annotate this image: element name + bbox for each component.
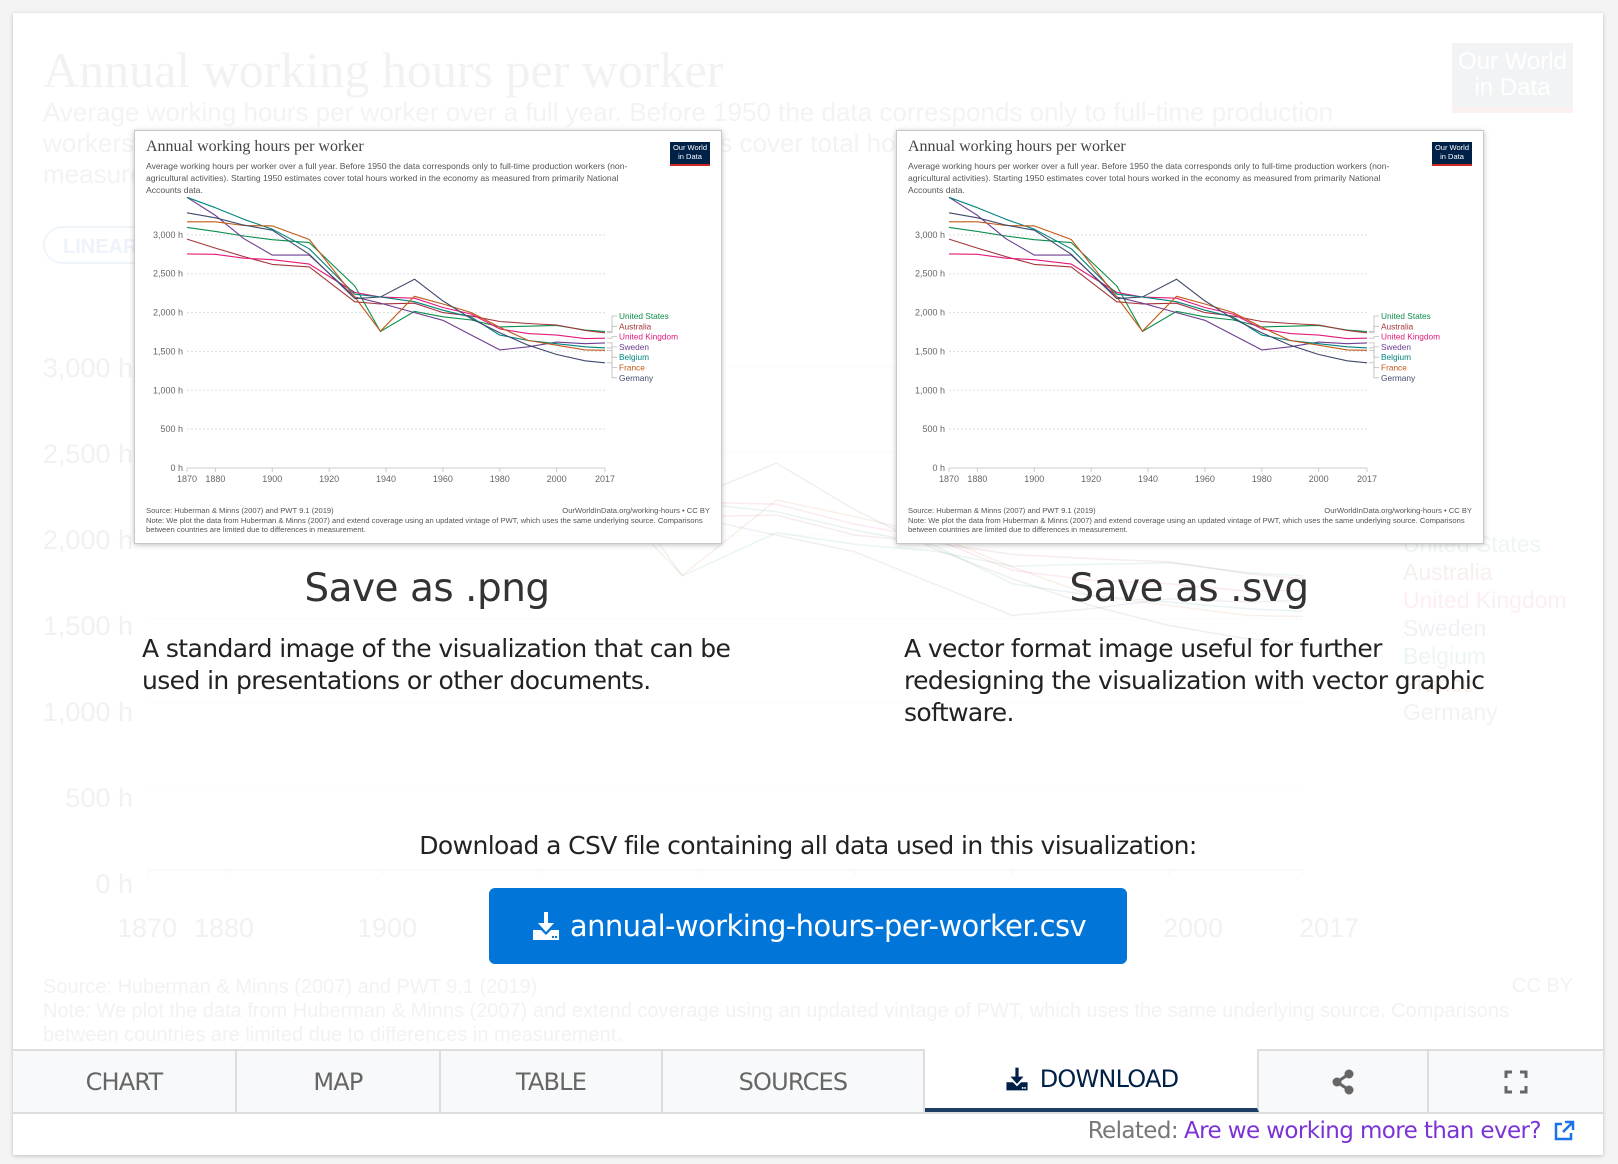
y-tick-label: 1,000 h [915,385,945,395]
x-tick-label: 1870 [177,474,197,484]
y-tick-label: 1,500 h [915,346,945,356]
tab-chart[interactable]: CHART [13,1051,237,1112]
y-tick-label: 0 h [170,463,183,473]
x-tick-label: 1920 [319,474,339,484]
x-tick-label: 1960 [1195,474,1215,484]
related-label: Related: [1087,1118,1179,1144]
thumbnail-note: Note: We plot the data from Huberman & M… [908,516,1465,534]
series-line-france [949,221,1368,351]
thumbnail-url: OurWorldInData.org/working-hours • CC BY [1324,506,1472,515]
fullscreen-button[interactable] [1429,1051,1603,1112]
x-tick-label: 1880 [967,474,987,484]
svg-preview-thumbnail[interactable]: Annual working hours per worker Average … [896,130,1484,544]
legend-label: Germany [619,373,654,383]
tab-sources[interactable]: SOURCES [663,1051,925,1112]
legend-label: Belgium [619,352,649,362]
y-tick-label: 2,000 h [153,308,183,318]
share-icon [1332,1069,1354,1094]
legend-label: Australia [1381,321,1414,331]
y-tick-label: 3,000 h [153,230,183,240]
x-tick-label: 1960 [433,474,453,484]
legend-connector [1369,342,1379,348]
x-tick-label: 1980 [490,474,510,484]
legend-label: United States [1381,311,1431,321]
save-svg-option[interactable]: Annual working hours per worker Average … [896,130,1586,729]
series-line-australia [186,238,606,334]
legend-connector [607,362,617,379]
y-tick-label: 1,000 h [153,385,183,395]
y-tick-label: 1,500 h [153,346,183,356]
x-tick-label: 1920 [1081,474,1101,484]
chart-tab-bar: CHART MAP TABLE SOURCES DOWNLOAD [13,1049,1603,1114]
external-link-icon[interactable] [1553,1120,1575,1142]
share-button[interactable] [1259,1051,1429,1112]
csv-download-label: Download a CSV file containing all data … [419,831,1197,860]
x-tick-label: 1900 [1024,474,1044,484]
legend-connector [1369,336,1379,339]
y-tick-label: 2,500 h [915,269,945,279]
thumbnail-source: Source: Huberman & Minns (2007) and PWT … [908,506,1096,515]
legend-label: Belgium [1381,352,1411,362]
x-tick-label: 1940 [376,474,396,484]
save-png-title[interactable]: Save as .png [134,566,720,611]
csv-download-button[interactable]: annual-working-hours-per-worker.csv [489,888,1127,964]
legend-label: United Kingdom [1381,332,1440,342]
related-article: Related: Are we working more than ever? [1088,1118,1575,1144]
legend-label: France [1381,363,1407,373]
legend-label: France [619,363,645,373]
x-tick-label: 1980 [1252,474,1272,484]
legend-label: Sweden [619,342,649,352]
tab-map[interactable]: MAP [237,1051,441,1112]
tab-download[interactable]: DOWNLOAD [925,1049,1259,1112]
x-tick-label: 2000 [547,474,567,484]
series-line-france [187,221,606,351]
legend-connector [1369,362,1379,379]
x-tick-label: 2017 [595,474,615,484]
legend-label: Australia [619,321,652,331]
x-tick-label: 2000 [1309,474,1329,484]
y-tick-label: 0 h [932,463,945,473]
download-icon [1006,1067,1028,1090]
thumbnail-source: Source: Huberman & Minns (2007) and PWT … [146,506,334,515]
download-icon [532,912,559,940]
legend-connector [607,336,617,339]
legend-label: Germany [1381,373,1416,383]
thumbnail-line-chart: 0 h 500 h 1,000 h 1,500 h 2,000 h 2,500 h 3,00… [153,196,678,484]
thumbnail-url: OurWorldInData.org/working-hours • CC BY [562,506,710,515]
png-preview-thumbnail[interactable]: Annual working hours per worker Average … [134,130,722,544]
thumbnail-line-chart: 0 h 500 h 1,000 h 1,500 h 2,000 h 2,500 h 3,00… [915,196,1440,484]
tab-table[interactable]: TABLE [441,1051,663,1112]
save-png-description: A standard image of the visualization th… [142,634,731,695]
save-svg-title[interactable]: Save as .svg [896,566,1482,611]
y-tick-label: 2,000 h [915,308,945,318]
legend-label: Sweden [1381,342,1411,352]
x-tick-label: 1880 [205,474,225,484]
x-tick-label: 1940 [1138,474,1158,484]
csv-filename: annual-working-hours-per-worker.csv [569,909,1087,943]
legend-label: United States [619,311,669,321]
chart-card: Annual working hours per worker Average … [13,13,1603,1155]
fullscreen-icon [1504,1070,1528,1093]
x-tick-label: 1900 [262,474,282,484]
thumbnail-note: Note: We plot the data from Huberman & M… [146,516,703,534]
y-tick-label: 500 h [160,424,183,434]
y-tick-label: 500 h [922,424,945,434]
save-svg-description: A vector format image useful for further… [904,634,1485,727]
x-tick-label: 1870 [939,474,959,484]
legend-connector [607,342,617,348]
save-png-option[interactable]: Annual working hours per worker Average … [134,130,824,697]
y-tick-label: 2,500 h [153,269,183,279]
related-article-link[interactable]: Are we working more than ever? [1184,1118,1542,1144]
x-tick-label: 2017 [1357,474,1377,484]
legend-label: United Kingdom [619,332,678,342]
series-line-australia [948,238,1368,334]
y-tick-label: 3,000 h [915,230,945,240]
